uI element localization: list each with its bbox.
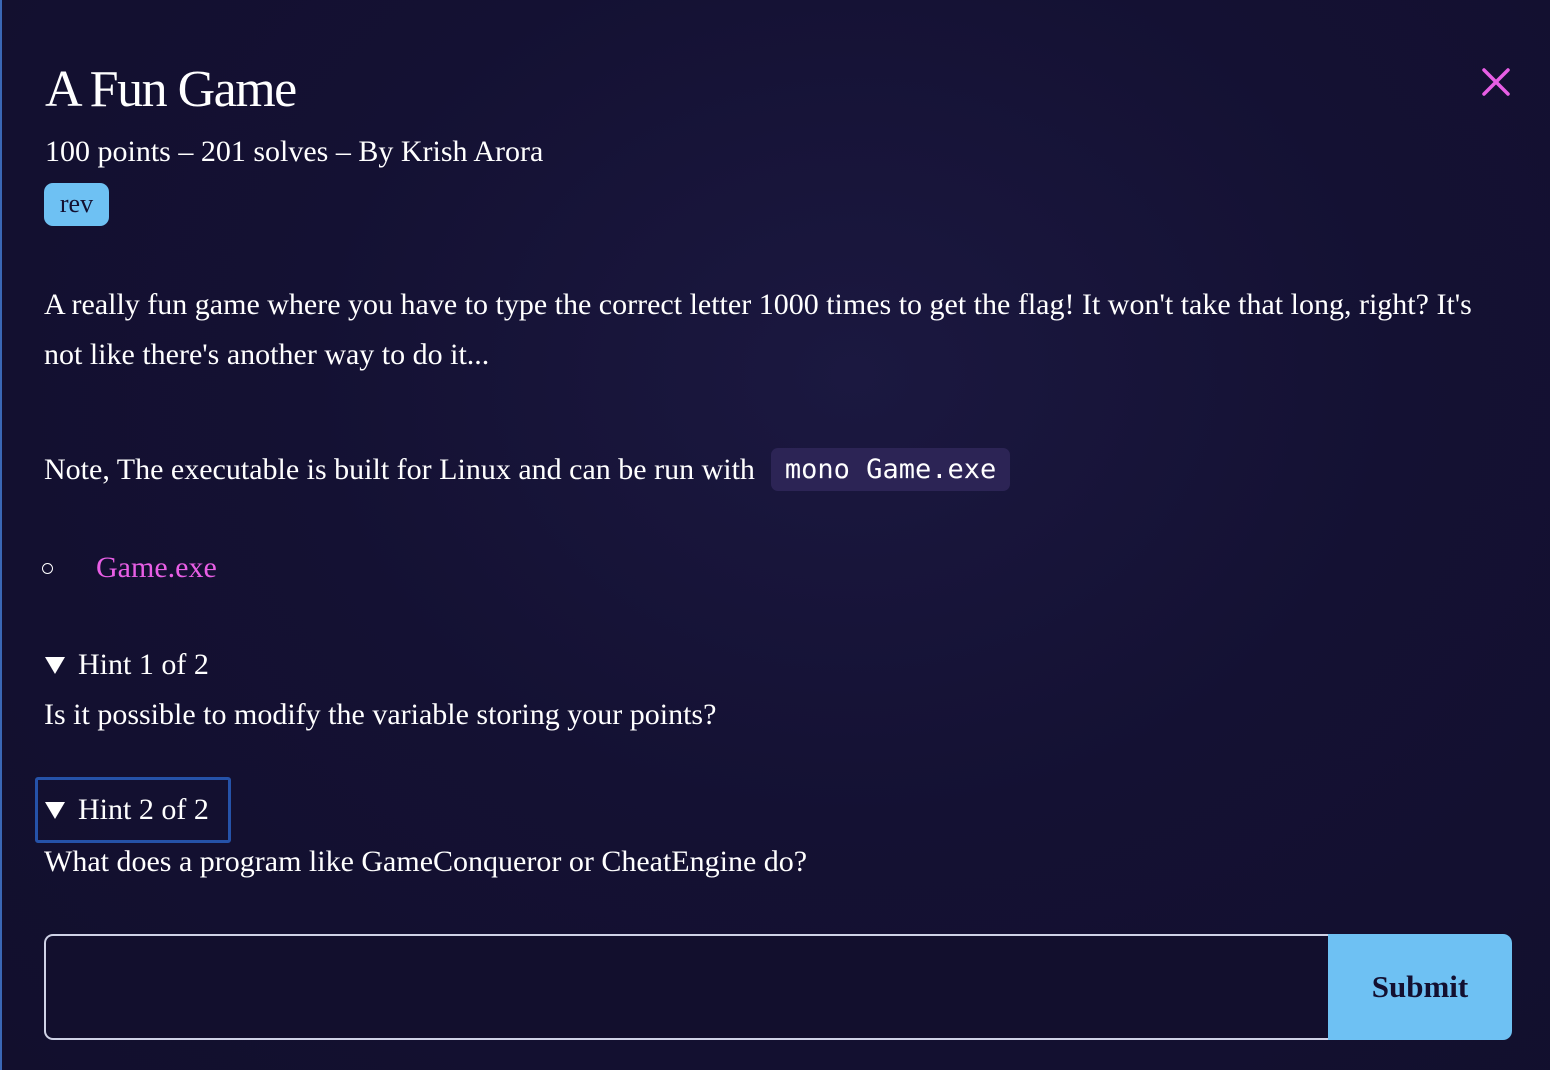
- note-text: Note, The executable is built for Linux …: [44, 453, 755, 486]
- file-download-link[interactable]: Game.exe: [96, 551, 217, 585]
- submit-button[interactable]: Submit: [1328, 934, 1512, 1040]
- circle-bullet-icon: [42, 562, 53, 574]
- triangle-down-icon: [45, 801, 65, 819]
- hint-1-toggle[interactable]: Hint 1 of 2: [45, 645, 209, 685]
- challenge-meta: 100 points – 201 solves – By Krish Arora: [45, 135, 544, 168]
- file-list-item: Game.exe: [40, 546, 217, 590]
- hint-2-text: What does a program like GameConqueror o…: [44, 845, 808, 878]
- flag-submit-form: Submit: [44, 934, 1512, 1040]
- triangle-down-icon: [45, 656, 65, 674]
- hint-1-summary-label: Hint 1 of 2: [78, 648, 209, 681]
- note-code: mono Game.exe: [770, 448, 1011, 491]
- close-button[interactable]: [1476, 62, 1516, 102]
- category-tag: rev: [44, 183, 109, 226]
- challenge-modal: A Fun Game 100 points – 201 solves – By …: [0, 0, 1550, 1070]
- challenge-note: Note, The executable is built for Linux …: [44, 448, 1011, 491]
- hint-2-toggle[interactable]: Hint 2 of 2: [35, 777, 231, 843]
- close-icon: [1482, 68, 1510, 96]
- challenge-title: A Fun Game: [45, 61, 297, 118]
- flag-input[interactable]: [44, 934, 1328, 1040]
- file-list: Game.exe: [40, 546, 217, 590]
- hint-1-text: Is it possible to modify the variable st…: [44, 698, 717, 731]
- challenge-description: A really fun game where you have to type…: [44, 288, 1472, 371]
- hint-2-summary-label: Hint 2 of 2: [78, 793, 209, 826]
